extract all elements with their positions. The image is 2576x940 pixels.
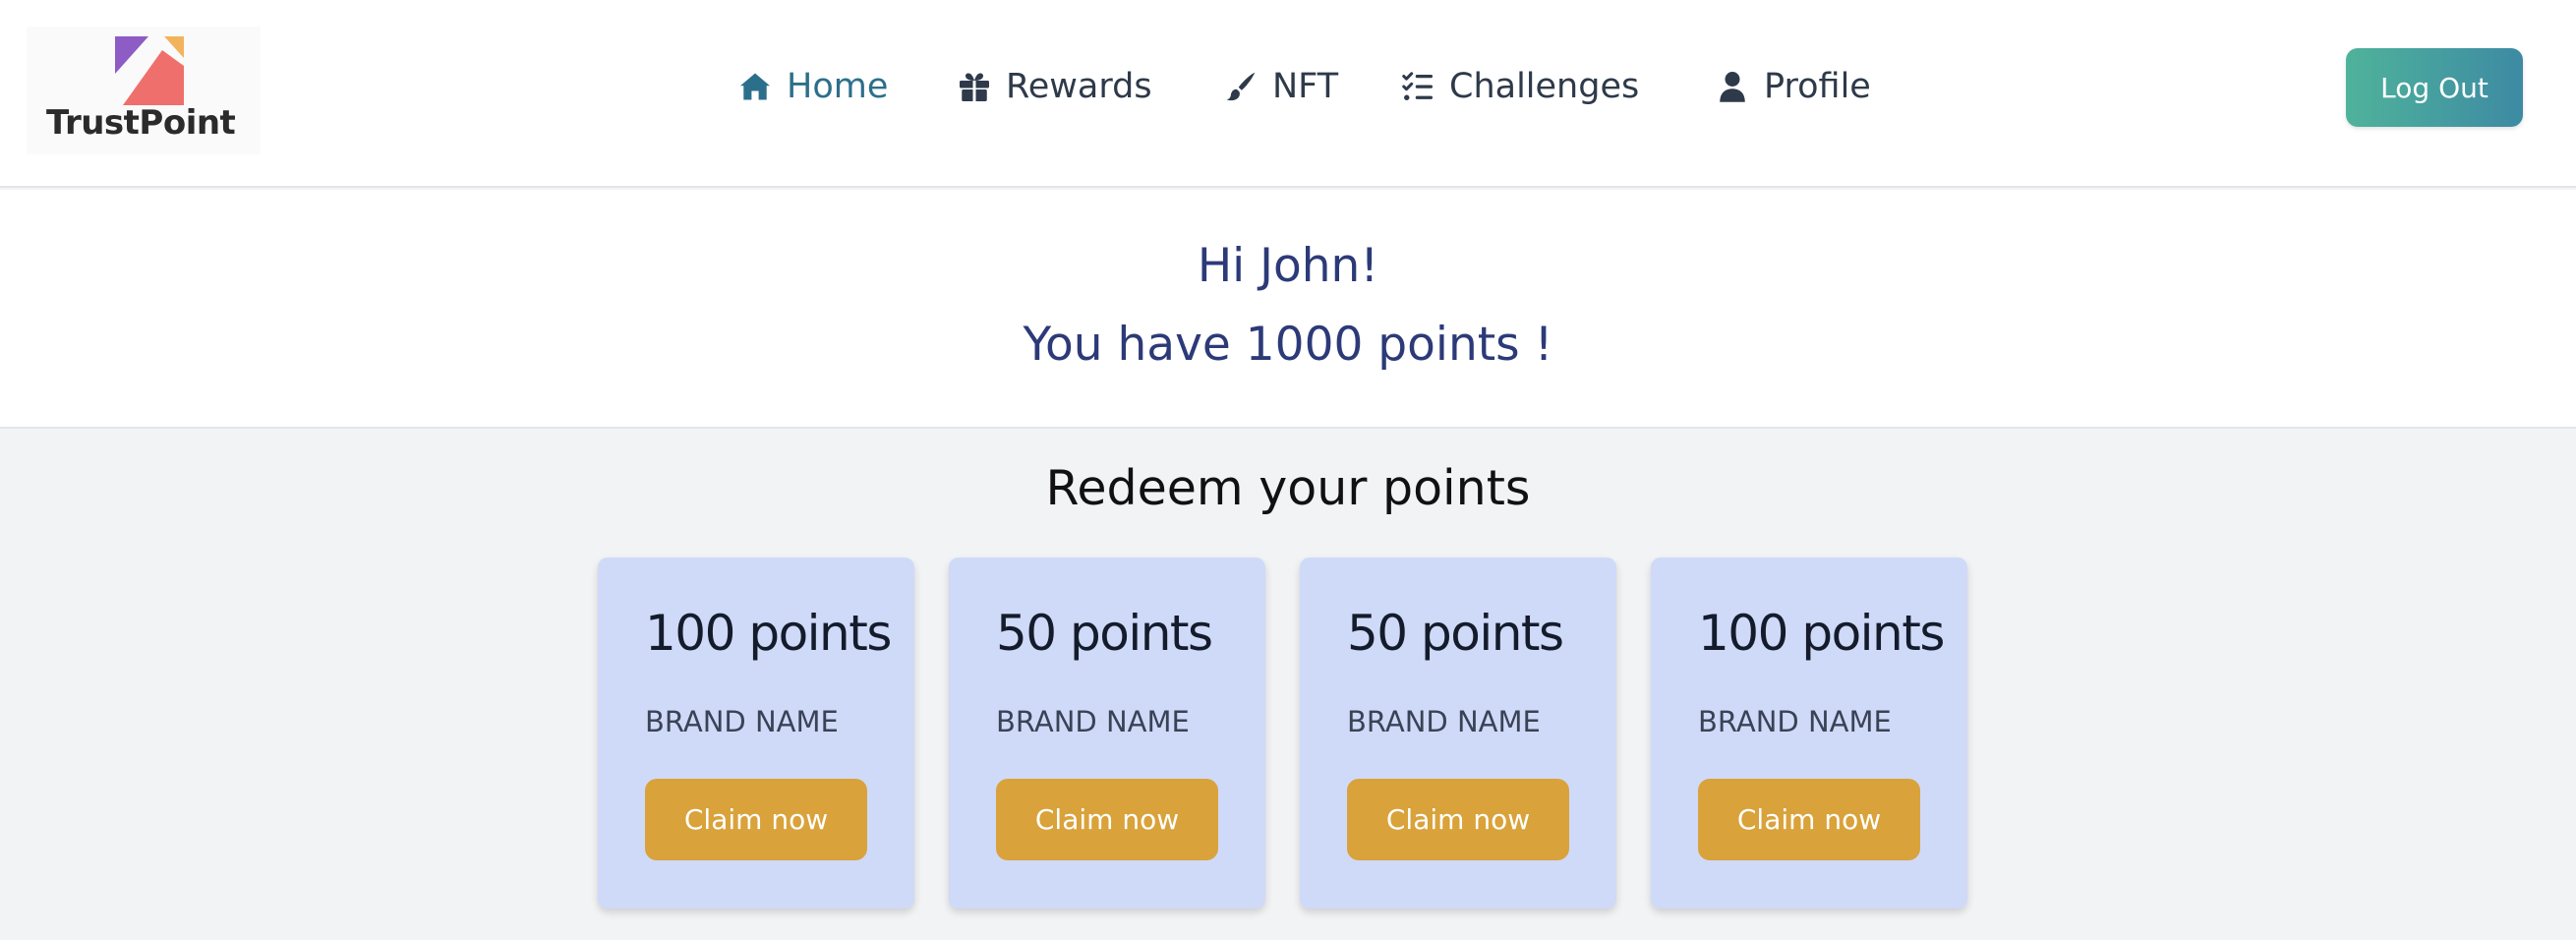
reward-brand: BRAND NAME — [996, 705, 1190, 738]
reward-points: 100 points — [645, 605, 892, 662]
reward-card: 50 points BRAND NAME Claim now — [1300, 558, 1616, 909]
reward-card: 50 points BRAND NAME Claim now — [949, 558, 1265, 909]
claim-button[interactable]: Claim now — [1698, 779, 1920, 860]
user-icon — [1720, 72, 1745, 102]
home-icon — [740, 73, 770, 100]
reward-card: 100 points BRAND NAME Claim now — [598, 558, 914, 909]
nav-nft-label: NFT — [1272, 67, 1339, 106]
logo-mark-icon — [115, 36, 184, 105]
greeting-banner: Hi John! You have 1000 points ! — [0, 190, 2576, 429]
greeting-hello: Hi John! — [1197, 239, 1379, 293]
trustpoint-logo[interactable]: TrustPoint — [27, 27, 261, 154]
nav-challenges[interactable]: Challenges — [1400, 57, 1639, 116]
nav-challenges-label: Challenges — [1449, 67, 1640, 106]
logo-text: TrustPoint — [46, 103, 236, 143]
reward-points: 100 points — [1698, 605, 1945, 662]
reward-brand: BRAND NAME — [645, 705, 839, 738]
nav-profile-label: Profile — [1764, 67, 1871, 106]
brush-icon — [1226, 72, 1256, 101]
nav-rewards-label: Rewards — [1006, 67, 1152, 106]
points-balance: You have 1000 points ! — [1023, 318, 1553, 372]
nav-nft[interactable]: NFT — [1223, 57, 1338, 116]
gift-icon — [960, 73, 989, 101]
reward-points: 50 points — [996, 605, 1213, 662]
claim-button[interactable]: Claim now — [996, 779, 1218, 860]
nav-profile[interactable]: Profile — [1715, 57, 1871, 116]
reward-points: 50 points — [1347, 605, 1564, 662]
nav-rewards[interactable]: Rewards — [957, 57, 1152, 116]
redeem-title: Redeem your points — [1045, 460, 1531, 516]
top-navbar: TrustPoint Home Rewards NFT Challenges P… — [0, 0, 2576, 188]
reward-card: 100 points BRAND NAME Claim now — [1651, 558, 1967, 909]
reward-brand: BRAND NAME — [1698, 705, 1892, 738]
reward-brand: BRAND NAME — [1347, 705, 1541, 738]
reward-cards: 100 points BRAND NAME Claim now 50 point… — [598, 558, 1967, 909]
nav-home-label: Home — [787, 67, 889, 106]
claim-button[interactable]: Claim now — [1347, 779, 1569, 860]
list-check-icon — [1402, 72, 1433, 100]
nav-home[interactable]: Home — [737, 57, 888, 116]
claim-button[interactable]: Claim now — [645, 779, 867, 860]
logout-button[interactable]: Log Out — [2346, 48, 2523, 127]
